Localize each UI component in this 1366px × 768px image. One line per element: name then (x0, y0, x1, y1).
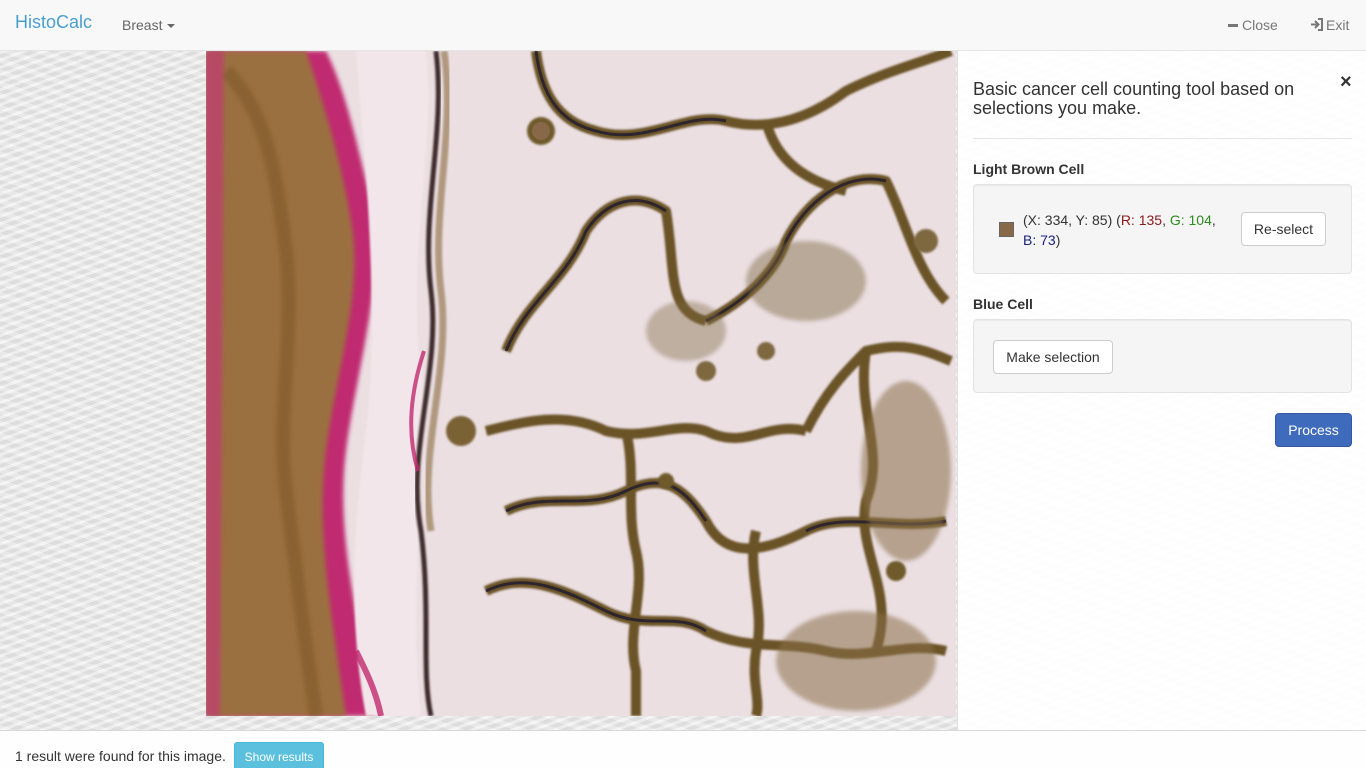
process-button[interactable]: Process (1275, 413, 1352, 447)
log-in-icon (1311, 18, 1323, 32)
reselect-button[interactable]: Re-select (1241, 212, 1326, 246)
show-results-button[interactable]: Show results (234, 742, 324, 768)
blue-cell-well: Make selection (973, 319, 1352, 393)
tissue-dropdown-label: Breast (122, 17, 163, 33)
tool-panel: Basic cancer cell counting tool based on… (957, 51, 1366, 730)
top-navbar: HistoCalc Breast Close Exit (0, 0, 1366, 51)
exit-link-label: Exit (1326, 17, 1350, 33)
light-brown-cell-title: Light Brown Cell (973, 161, 1085, 177)
histology-image[interactable] (206, 51, 956, 716)
tissue-dropdown[interactable]: Breast (122, 17, 176, 33)
close-link[interactable]: Close (1228, 17, 1278, 33)
blue-value: B: 73 (1023, 232, 1056, 248)
histology-image-drawing (206, 51, 956, 716)
brand-logo[interactable]: HistoCalc (15, 12, 92, 33)
red-value: R: 135 (1120, 212, 1163, 228)
selection-info: (X: 334, Y: 85) (R: 135, G: 104, B: 73) (1023, 212, 1216, 248)
results-footer: 1 result were found for this image. Show… (0, 730, 1366, 768)
blue-cell-title: Blue Cell (973, 296, 1033, 312)
color-swatch (999, 222, 1014, 237)
caret-down-icon (167, 24, 176, 29)
selection-coords: (X: 334, Y: 85) (1023, 212, 1113, 228)
result-count-text: 1 result were found for this image. (15, 748, 226, 764)
light-brown-cell-well: (X: 334, Y: 85) (R: 135, G: 104, B: 73) … (973, 184, 1352, 274)
minus-icon (1228, 23, 1238, 27)
panel-close-button[interactable]: × (1340, 71, 1352, 94)
close-link-label: Close (1242, 17, 1278, 33)
exit-link[interactable]: Exit (1310, 17, 1349, 33)
divider (973, 138, 1352, 139)
tool-description: Basic cancer cell counting tool based on… (973, 79, 1295, 118)
green-value: G: 104 (1169, 212, 1212, 228)
make-selection-button[interactable]: Make selection (993, 340, 1113, 374)
